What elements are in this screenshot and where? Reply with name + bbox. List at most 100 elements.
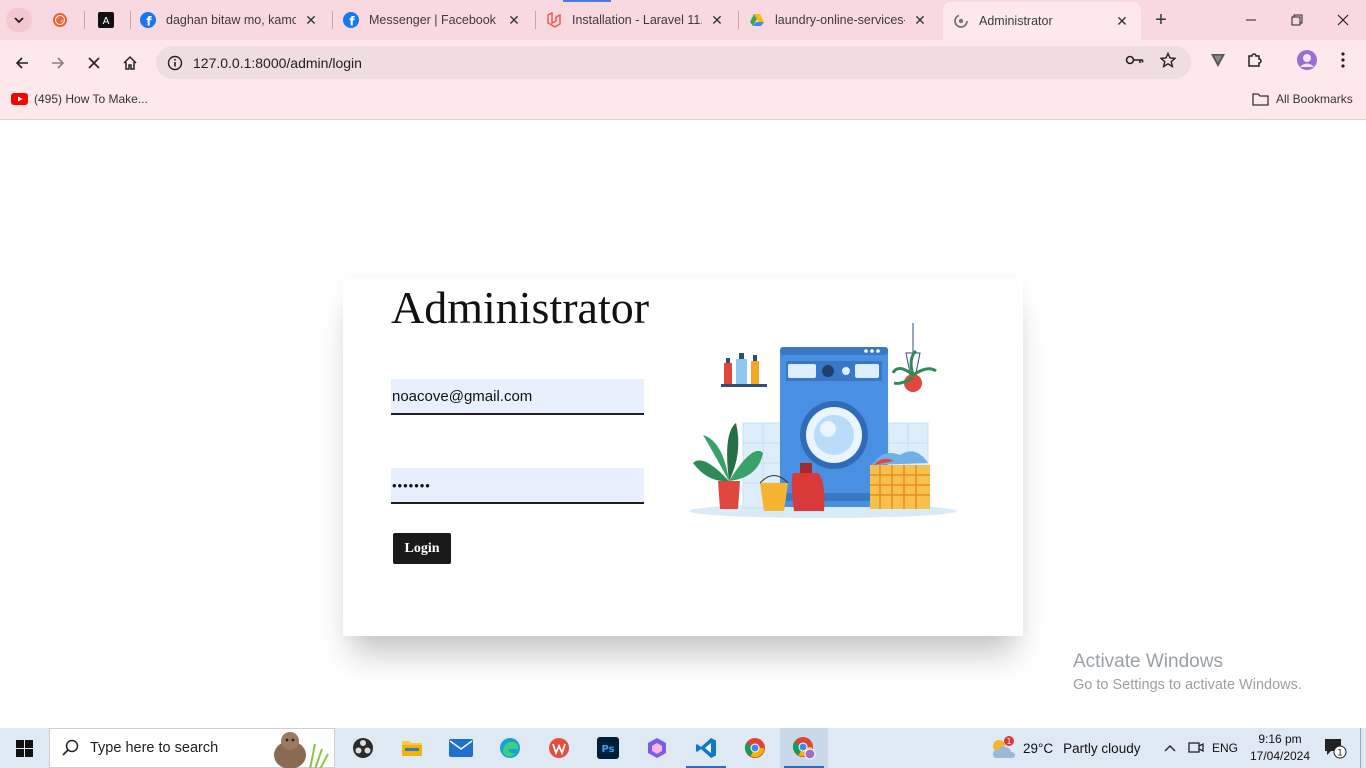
svg-text:f: f xyxy=(349,15,355,29)
weather-widget[interactable]: 1 29°C Partly cloudy xyxy=(989,728,1140,768)
taskbar-app-copilot[interactable] xyxy=(633,728,681,768)
tab-pizza[interactable] xyxy=(42,5,82,35)
laravel-icon xyxy=(546,12,562,28)
language-indicator[interactable]: ENG xyxy=(1212,728,1238,768)
tab-title: laundry-online-services- xyxy=(775,13,905,27)
login-card: Administrator Login xyxy=(343,279,1023,636)
windows-logo-icon xyxy=(15,739,33,757)
tab-group-indicator xyxy=(563,0,611,2)
tab-search-button[interactable] xyxy=(6,8,32,32)
taskbar-app-mail[interactable] xyxy=(437,728,485,768)
search-placeholder: Type here to search xyxy=(90,740,219,756)
taskbar-app-edge[interactable] xyxy=(486,728,534,768)
info-icon[interactable] xyxy=(160,55,190,71)
partly-cloudy-icon: 1 xyxy=(993,736,1015,758)
all-bookmarks-label: All Bookmarks xyxy=(1276,92,1353,106)
chrome-profile-icon xyxy=(792,737,816,760)
vpn-extension-button[interactable] xyxy=(1205,47,1231,73)
taskbar-search[interactable]: Type here to search xyxy=(49,728,335,768)
taskbar-app-obs[interactable] xyxy=(339,728,387,768)
tab-facebook-post[interactable]: f daghan bitaw mo, kamo ✕ xyxy=(130,5,330,35)
taskbar-app-chrome[interactable] xyxy=(731,728,779,768)
tray-meet-button[interactable] xyxy=(1186,728,1206,768)
youtube-icon xyxy=(11,93,28,105)
chevron-down-icon xyxy=(14,17,24,24)
restore-icon xyxy=(1291,14,1303,26)
profile-avatar[interactable] xyxy=(1294,47,1320,73)
page-title: Administrator xyxy=(391,282,650,333)
plus-icon: + xyxy=(1155,8,1167,31)
tab-administrator[interactable]: Administrator ✕ xyxy=(943,2,1141,40)
tab-a-logo[interactable]: A xyxy=(88,5,128,35)
start-button[interactable] xyxy=(0,728,48,768)
tab-title: Messenger | Facebook xyxy=(369,13,496,27)
email-field[interactable] xyxy=(391,379,644,415)
taskbar-app-chrome-profile[interactable] xyxy=(780,728,828,768)
chevron-up-icon xyxy=(1164,745,1176,752)
bookmark-label: (495) How To Make... xyxy=(34,92,148,106)
tab-separator xyxy=(84,11,85,29)
close-icon[interactable]: ✕ xyxy=(911,11,929,29)
address-bar[interactable]: 127.0.0.1:8000/admin/login xyxy=(156,46,1191,79)
close-window-button[interactable] xyxy=(1320,0,1366,40)
close-icon[interactable]: ✕ xyxy=(505,11,523,29)
show-desktop-button[interactable] xyxy=(1360,728,1361,768)
stop-loading-button[interactable] xyxy=(81,50,107,76)
all-bookmarks-button[interactable]: All Bookmarks xyxy=(1252,92,1353,106)
v-shield-icon xyxy=(1211,54,1225,67)
search-highlight-image xyxy=(274,732,329,768)
close-icon[interactable]: ✕ xyxy=(708,11,726,29)
close-icon xyxy=(1337,14,1349,26)
notification-center-button[interactable]: 1 xyxy=(1322,728,1348,768)
svg-text:f: f xyxy=(146,15,152,29)
chrome-icon xyxy=(744,738,765,758)
activate-windows-watermark: Activate Windows Go to Settings to activ… xyxy=(1073,651,1302,693)
new-tab-button[interactable]: + xyxy=(1150,9,1172,31)
screen-icon xyxy=(1188,742,1204,753)
svg-text:A: A xyxy=(103,16,110,27)
taskbar-clock[interactable]: 9:16 pm 17/04/2024 xyxy=(1246,731,1314,765)
tab-laravel[interactable]: Installation - Laravel 11.x ✕ xyxy=(536,5,736,35)
restore-button[interactable] xyxy=(1274,0,1320,40)
arrow-right-icon xyxy=(52,57,65,69)
taskbar-app-file-explorer[interactable] xyxy=(388,728,436,768)
close-icon[interactable]: ✕ xyxy=(302,11,320,29)
bookmark-star-button[interactable] xyxy=(1155,47,1181,73)
bookmark-item[interactable]: (495) How To Make... xyxy=(11,92,148,106)
star-icon xyxy=(1160,52,1176,68)
tab-google-drive[interactable]: laundry-online-services- ✕ xyxy=(739,5,939,35)
password-key-button[interactable] xyxy=(1122,47,1148,73)
avatar-icon xyxy=(1297,50,1317,70)
tray-overflow-button[interactable] xyxy=(1160,728,1180,768)
puzzle-icon xyxy=(1248,53,1262,67)
close-icon[interactable]: ✕ xyxy=(1113,12,1131,30)
weather-condition: Partly cloudy xyxy=(1063,740,1141,756)
minimize-button[interactable] xyxy=(1228,0,1274,40)
close-icon xyxy=(88,57,100,69)
clock-time: 9:16 pm xyxy=(1258,732,1302,746)
extensions-button[interactable] xyxy=(1242,47,1268,73)
url-text[interactable]: 127.0.0.1:8000/admin/login xyxy=(193,55,362,71)
taskbar-app-wps[interactable] xyxy=(535,728,583,768)
svg-text:Ps: Ps xyxy=(601,744,614,755)
copilot-icon xyxy=(648,738,666,758)
minimize-icon xyxy=(1246,19,1256,21)
notification-icon: 1 xyxy=(1325,739,1347,759)
home-button[interactable] xyxy=(117,50,143,76)
bookmarks-bar: (495) How To Make... All Bookmarks xyxy=(0,85,1366,120)
browser-menu-button[interactable] xyxy=(1330,47,1356,73)
forward-button[interactable] xyxy=(45,50,71,76)
taskbar-app-vscode[interactable] xyxy=(682,728,730,768)
watermark-subtitle: Go to Settings to activate Windows. xyxy=(1073,677,1302,693)
search-icon xyxy=(62,739,79,756)
tab-title: daghan bitaw mo, kamo xyxy=(166,13,296,27)
key-icon xyxy=(1125,55,1144,65)
back-button[interactable] xyxy=(9,50,35,76)
tab-messenger[interactable]: f Messenger | Facebook ✕ xyxy=(333,5,533,35)
page-viewport: Administrator Login xyxy=(0,121,1366,728)
tab-title: Installation - Laravel 11.x xyxy=(572,13,702,27)
taskbar-app-photoshop[interactable]: Ps xyxy=(584,728,632,768)
password-field[interactable] xyxy=(391,468,644,504)
more-vertical-icon xyxy=(1341,52,1345,68)
login-button[interactable]: Login xyxy=(393,533,451,564)
